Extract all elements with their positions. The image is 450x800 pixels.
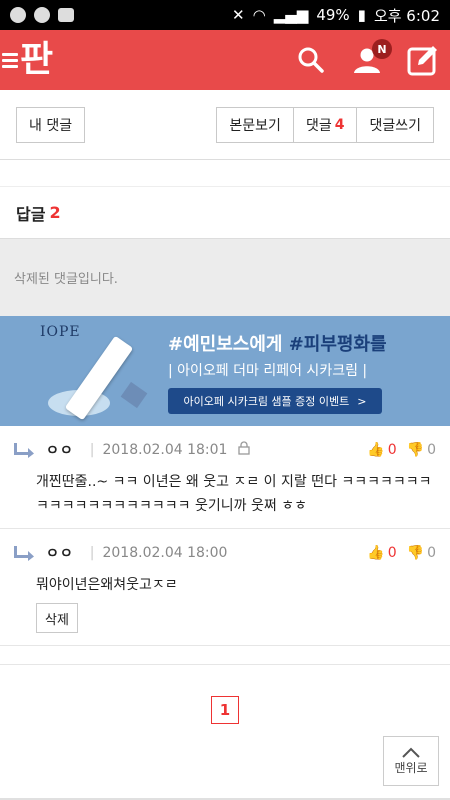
delete-button[interactable]: 삭제 xyxy=(36,603,78,633)
ad-headline: #예민보스에게 #피부평화를 xyxy=(168,330,438,356)
deleted-comment-notice: 삭제된 댓글입니다. xyxy=(0,238,450,316)
wifi-icon: ◠ xyxy=(252,6,266,24)
votes: 👍 0 👎 0 xyxy=(367,545,436,561)
ad-banner[interactable]: IOPE #예민보스에게 #피부평화를 | 아이오페 더마 리페어 시카크림 |… xyxy=(0,316,450,426)
reply-arrow-icon xyxy=(14,546,34,561)
reply-comment: ㅇㅇ | 2018.02.04 18:00 👍 0 👎 0 뭐야이년은왜쳐웃고ㅈ… xyxy=(0,529,450,646)
view-post-button[interactable]: 본문보기 xyxy=(216,106,294,143)
upvote-button[interactable]: 👍 0 xyxy=(367,545,396,561)
divider: | xyxy=(89,442,95,458)
battery-level: 49% xyxy=(316,6,350,24)
thumbs-down-icon: 👎 xyxy=(406,545,425,561)
comment-header: ㅇㅇ | 2018.02.04 18:01 👍 0 👎 0 xyxy=(14,440,436,460)
comment-nav-group: 본문보기 댓글 4 댓글쓰기 xyxy=(216,106,434,143)
my-comments-button[interactable]: 내 댓글 xyxy=(16,106,86,143)
mute-icon: ✕ xyxy=(232,6,245,24)
message-icon xyxy=(58,8,74,22)
ad-headline-part2: #피부평화를 xyxy=(288,334,387,355)
profile-button[interactable]: N xyxy=(350,39,392,77)
thumbs-up-icon: 👍 xyxy=(367,545,385,561)
scroll-top-button[interactable]: 맨위로 xyxy=(383,736,439,786)
comment-date: 2018.02.04 18:00 xyxy=(102,545,228,561)
comments-label: 댓글 xyxy=(305,117,332,134)
downvote-button[interactable]: 👎 0 xyxy=(407,442,436,458)
upvote-count: 0 xyxy=(387,545,397,561)
status-right: ✕ ◠ ▂▄▆ 49% ▮ 오후 6:02 xyxy=(232,5,440,26)
clock: 오후 6:02 xyxy=(373,6,440,25)
downvote-count: 0 xyxy=(427,545,436,561)
comment-date: 2018.02.04 18:01 xyxy=(102,442,228,458)
write-comment-button[interactable]: 댓글쓰기 xyxy=(357,106,434,143)
page-current[interactable]: 1 xyxy=(211,695,239,724)
header-icons: N xyxy=(294,39,440,77)
app-header: 판 N xyxy=(0,30,450,90)
write-button[interactable] xyxy=(406,43,440,77)
comment-body: 개찐딴줄..~ ㅋㅋ 이년은 왜 웃고 ㅈㄹ 이 지랄 떤다 ㅋㅋㅋㅋㅋㅋㅋ ㅋ… xyxy=(36,474,432,514)
votes: 👍 0 👎 0 xyxy=(367,442,436,458)
chevron-up-icon xyxy=(402,747,420,758)
thumbs-down-icon: 👎 xyxy=(406,442,425,458)
ad-product-cap xyxy=(120,381,148,409)
pann-notification-icon xyxy=(34,7,50,23)
logo-wrap: 판 xyxy=(0,42,53,78)
ad-cta-button[interactable]: 아이오페 시카크림 샘플 증정 이벤트 > xyxy=(168,388,382,414)
downvote-count: 0 xyxy=(427,442,436,458)
replies-count: 2 xyxy=(49,203,61,222)
comment-author: ㅇㅇ xyxy=(46,443,74,459)
upvote-button[interactable]: 👍 0 xyxy=(367,442,396,458)
comment-body: 뭐야이년은왜쳐웃고ㅈㄹ xyxy=(36,577,178,593)
comment-author: ㅇㅇ xyxy=(46,546,74,562)
ad-cta-label: 아이오페 시카크림 샘플 증정 이벤트 xyxy=(183,395,350,408)
search-button[interactable] xyxy=(294,43,328,77)
replies-heading: 답글 2 xyxy=(0,186,450,238)
ad-brand-logo: IOPE xyxy=(40,324,81,340)
ad-headline-part1: #예민보스에게 xyxy=(168,334,289,355)
menu-icon[interactable] xyxy=(2,50,18,71)
thumbs-up-icon: 👍 xyxy=(367,442,385,458)
reply-arrow-icon xyxy=(14,443,34,458)
ad-copy: #예민보스에게 #피부평화를 | 아이오페 더마 리페어 시카크림 | 아이오페… xyxy=(168,330,438,414)
edit-icon xyxy=(407,46,437,76)
pann-logo[interactable]: 판 xyxy=(20,42,53,78)
comment-toolbar: 내 댓글 본문보기 댓글 4 댓글쓰기 xyxy=(0,90,450,160)
upvote-count: 0 xyxy=(387,442,397,458)
lock-icon xyxy=(237,441,251,459)
status-bar: ✕ ◠ ▂▄▆ 49% ▮ 오후 6:02 xyxy=(0,0,450,30)
signal-icon: ▂▄▆ xyxy=(273,6,309,24)
downvote-button[interactable]: 👎 0 xyxy=(407,545,436,561)
scroll-top-label: 맨위로 xyxy=(394,760,428,775)
comment-header: ㅇㅇ | 2018.02.04 18:00 👍 0 👎 0 xyxy=(14,543,436,563)
reply-comment: ㅇㅇ | 2018.02.04 18:01 👍 0 👎 0 개찐딴줄..~ ㅋㅋ… xyxy=(0,426,450,529)
app-notification-icon xyxy=(10,7,26,23)
comments-button[interactable]: 댓글 4 xyxy=(293,106,358,143)
notification-badge: N xyxy=(372,39,392,59)
comments-count: 4 xyxy=(334,116,345,133)
battery-icon: ▮ xyxy=(357,6,366,24)
ad-subhead: | 아이오페 더마 리페어 시카크림 | xyxy=(168,363,368,379)
chevron-right-icon: > xyxy=(357,394,367,408)
search-icon xyxy=(298,47,324,73)
replies-label: 답글 xyxy=(16,204,46,224)
status-left xyxy=(10,7,74,23)
divider: | xyxy=(89,545,95,561)
